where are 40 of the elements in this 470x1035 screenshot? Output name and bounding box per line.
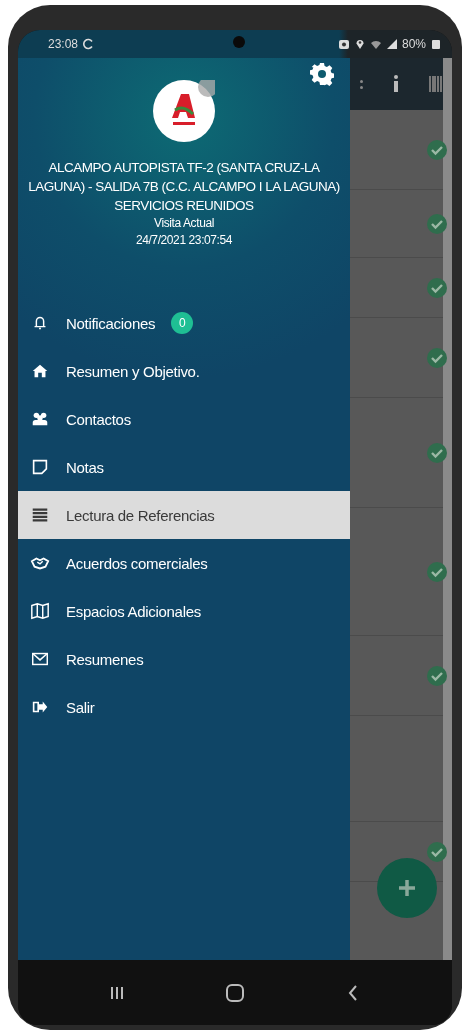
plus-icon: [397, 878, 417, 898]
menu-item[interactable]: Resumenes: [18, 635, 350, 683]
menu-item[interactable]: Lectura de Referencias: [18, 491, 350, 539]
check-icon: [427, 277, 447, 298]
alarm-icon: [337, 38, 350, 50]
map-icon: [30, 601, 50, 621]
camera-hole-icon: [233, 36, 245, 48]
check-icon: [427, 213, 447, 234]
menu-item[interactable]: Contactos: [18, 395, 350, 443]
menu-item[interactable]: Salir: [18, 683, 350, 731]
battery-level: 80%: [401, 37, 426, 51]
visit-label: Visita Actual: [154, 215, 214, 232]
menu-item[interactable]: Acuerdos comerciales: [18, 539, 350, 587]
store-name: ALCAMPO AUTOPISTA TF-2 (SANTA CRUZ-LA LAGUNA) - SALIDA 7B (C.C. ALCAMPO I LA LAGUNA): [27, 159, 341, 196]
count-badge: 0: [171, 312, 194, 334]
check-icon: [427, 347, 447, 368]
check-icon: [427, 841, 447, 862]
location-icon: [353, 38, 366, 50]
list-icon: [30, 505, 50, 525]
menu-item[interactable]: Notas: [18, 443, 350, 491]
more-icon: [360, 79, 363, 89]
home-button-icon[interactable]: [224, 981, 246, 1004]
settings-icon[interactable]: [310, 62, 334, 86]
signal-icon: [385, 38, 398, 50]
menu-item[interactable]: Espacios Adicionales: [18, 587, 350, 635]
menu-item[interactable]: Notificaciones 0: [18, 299, 350, 347]
battery-icon: [430, 38, 442, 50]
wifi-icon: [369, 38, 382, 50]
check-icon: [427, 665, 447, 686]
check-icon: [427, 442, 447, 463]
check-icon: [427, 561, 447, 582]
store-logo: [153, 80, 215, 142]
note-icon: [30, 457, 50, 477]
group-name: SERVICIOS REUNIDOS: [114, 197, 254, 215]
barcode-icon: [429, 73, 443, 95]
clock: 23:08: [48, 37, 79, 51]
check-icon: [427, 139, 447, 160]
visit-time: 24/7/2021 23:07:54: [135, 232, 233, 249]
menu-item[interactable]: Resumen y Objetivo.: [18, 347, 350, 395]
sync-icon: [82, 38, 95, 50]
